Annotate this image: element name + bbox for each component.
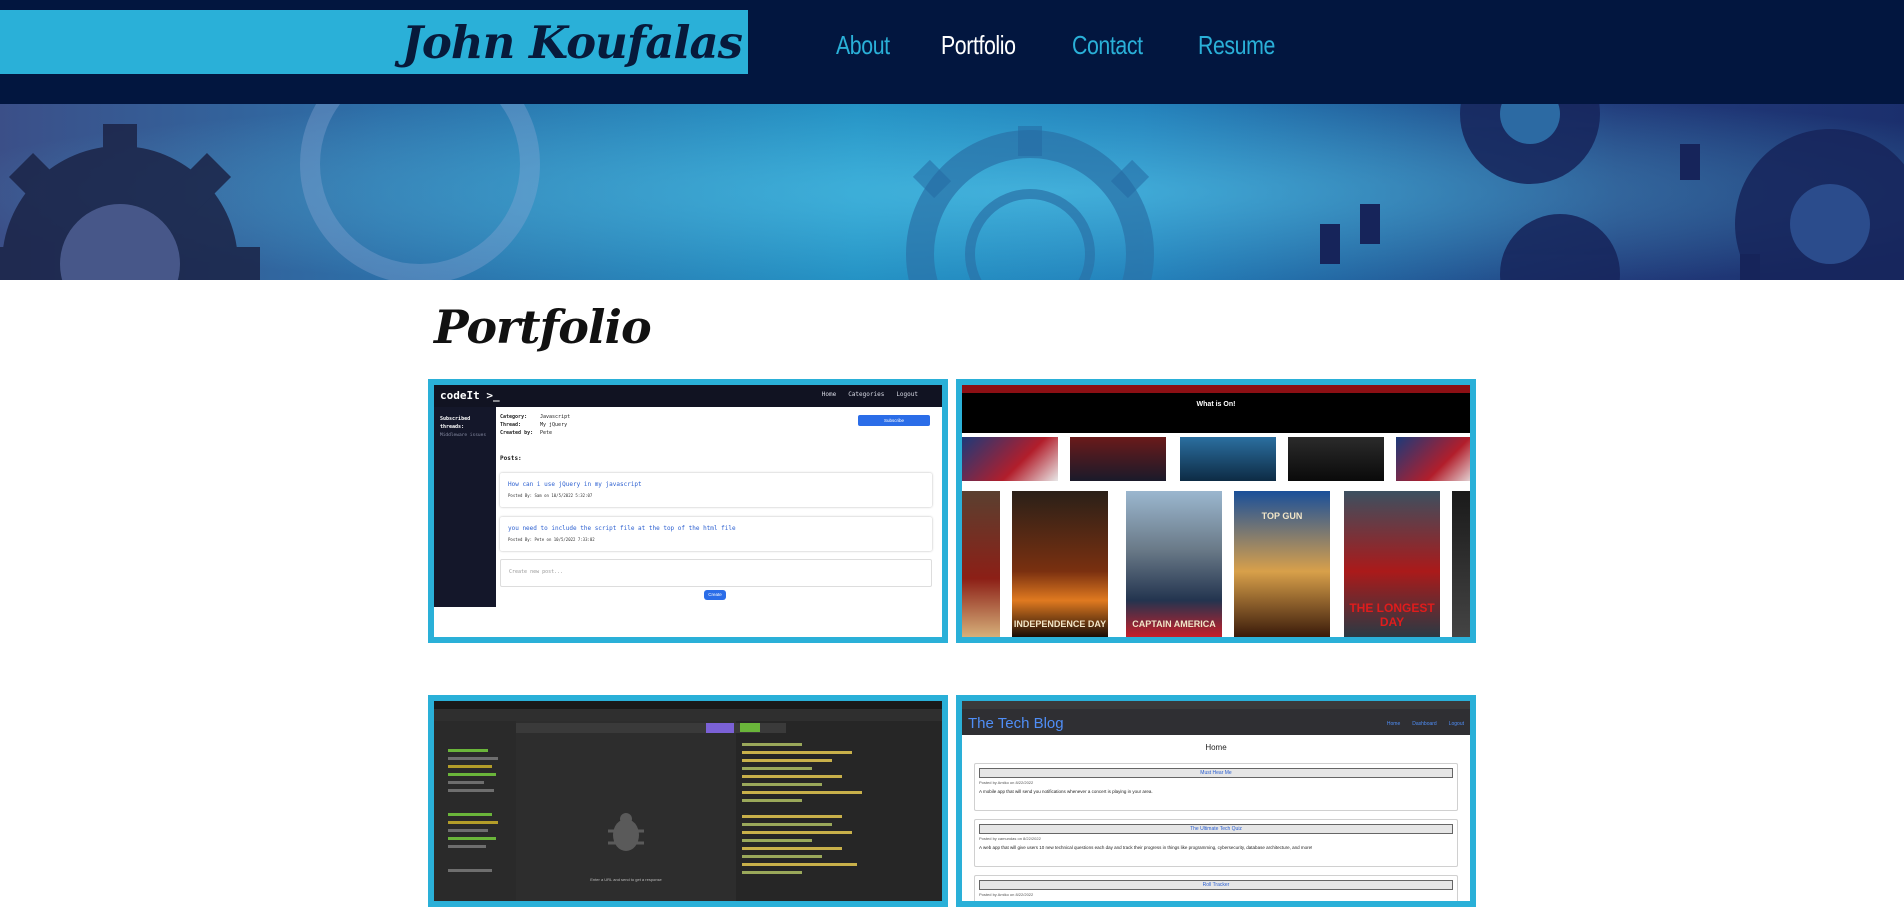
codeit-new-post-field: Create new post...	[500, 559, 932, 587]
movie-poster	[962, 491, 1000, 637]
project-card-movies[interactable]: What is On! INDEPENDENCE DAY CAPTAIN AME…	[956, 379, 1476, 643]
blog-post: Roll Tracker Posted by Amiko on 8/22/202…	[974, 875, 1458, 901]
codeit-navbar: codeIt >_ Home Categories Logout	[434, 385, 942, 407]
blog-post: The Ultimate Tech Quiz Posted by camunda…	[974, 819, 1458, 867]
codeit-subscribe-button: Subscribe	[858, 415, 930, 426]
codeit-nav-home: Home	[821, 391, 837, 398]
project-card-api[interactable]: Enter a URL and send to get a response	[428, 695, 948, 907]
status-badge	[740, 723, 760, 732]
movies-header: What is On!	[962, 393, 1470, 433]
blog-nav-home: Home	[1386, 721, 1401, 727]
codeit-nav-logout: Logout	[896, 391, 918, 398]
blog-home-heading: Home	[1205, 743, 1227, 752]
brand-banner: John Koufalas	[0, 10, 748, 74]
response-panel	[736, 721, 942, 901]
blog-nav-dashboard: Dashboard	[1412, 721, 1437, 727]
codeit-post: you need to include the script file at t…	[500, 517, 932, 551]
site-header: John Koufalas About Portfolio Contact Re…	[0, 0, 1904, 104]
project-card-tech-blog[interactable]: The Tech Blog Home Dashboard Logout Home…	[956, 695, 1476, 907]
requests-sidebar	[434, 721, 517, 901]
codeit-logo: codeIt >_	[440, 389, 500, 402]
codeit-main: Category: Javascript Thread: My jQuery Cre…	[496, 407, 936, 637]
movie-poster-top-gun: TOP GUN	[1234, 491, 1330, 637]
send-button	[706, 723, 734, 733]
project-screenshot-movies: What is On! INDEPENDENCE DAY CAPTAIN AME…	[962, 385, 1470, 637]
app-titlebar	[434, 701, 942, 709]
movie-poster-captain-america: CAPTAIN AMERICA	[1126, 491, 1222, 637]
blog-post: Must Hear Me Posted by Amiko on 8/22/202…	[974, 763, 1458, 811]
hero-banner	[0, 104, 1904, 280]
movie-banner	[1396, 437, 1470, 481]
project-screenshot-codeit: codeIt >_ Home Categories Logout Subscri…	[434, 385, 942, 637]
movies-navbar	[962, 385, 1470, 393]
codeit-sidebar: Subscribed threads: Middleware issues	[434, 407, 496, 607]
movies-heading: What is On!	[1196, 401, 1236, 408]
codeit-nav-categories: Categories	[848, 391, 885, 398]
main-nav: About Portfolio Contact Resume	[836, 30, 1292, 61]
blog-nav-logout: Logout	[1448, 721, 1464, 727]
project-card-codeit[interactable]: codeIt >_ Home Categories Logout Subscri…	[428, 379, 948, 643]
project-screenshot-api: Enter a URL and send to get a response	[434, 701, 942, 901]
movie-banner	[1070, 437, 1166, 481]
page-title: Portfolio	[434, 300, 652, 354]
project-screenshot-tech-blog: The Tech Blog Home Dashboard Logout Home…	[962, 701, 1470, 901]
codeit-posts-label: Posts:	[500, 455, 522, 462]
nav-portfolio[interactable]: Portfolio	[941, 30, 1016, 61]
movie-poster-the-longest-day: THE LONGEST DAY	[1344, 491, 1440, 637]
blog-title: The Tech Blog	[968, 715, 1064, 732]
brand-name[interactable]: John Koufalas	[402, 16, 743, 69]
codeit-sidebar-item: Middleware issues	[440, 433, 487, 438]
empty-response-message: Enter a URL and send to get a response	[590, 877, 662, 882]
nav-about[interactable]: About	[836, 30, 890, 61]
bug-icon	[608, 813, 644, 851]
gears-background-image	[0, 104, 1904, 280]
app-toolbar	[434, 709, 942, 721]
codeit-post: How can i use jQuery in my javascript Po…	[500, 473, 932, 507]
nav-resume[interactable]: Resume	[1198, 30, 1275, 61]
nav-contact[interactable]: Contact	[1072, 30, 1143, 61]
movie-banner	[962, 437, 1058, 481]
movie-poster	[1452, 491, 1470, 637]
codeit-thread-meta: Category: Javascript Thread: My jQuery Cre…	[500, 414, 571, 436]
codeit-create-button: Create	[704, 590, 726, 600]
movie-banner	[1288, 437, 1384, 481]
movie-banner	[1180, 437, 1276, 481]
codeit-sidebar-title: Subscribed threads:	[440, 416, 471, 430]
movie-poster-independence-day: INDEPENDENCE DAY	[1012, 491, 1108, 637]
